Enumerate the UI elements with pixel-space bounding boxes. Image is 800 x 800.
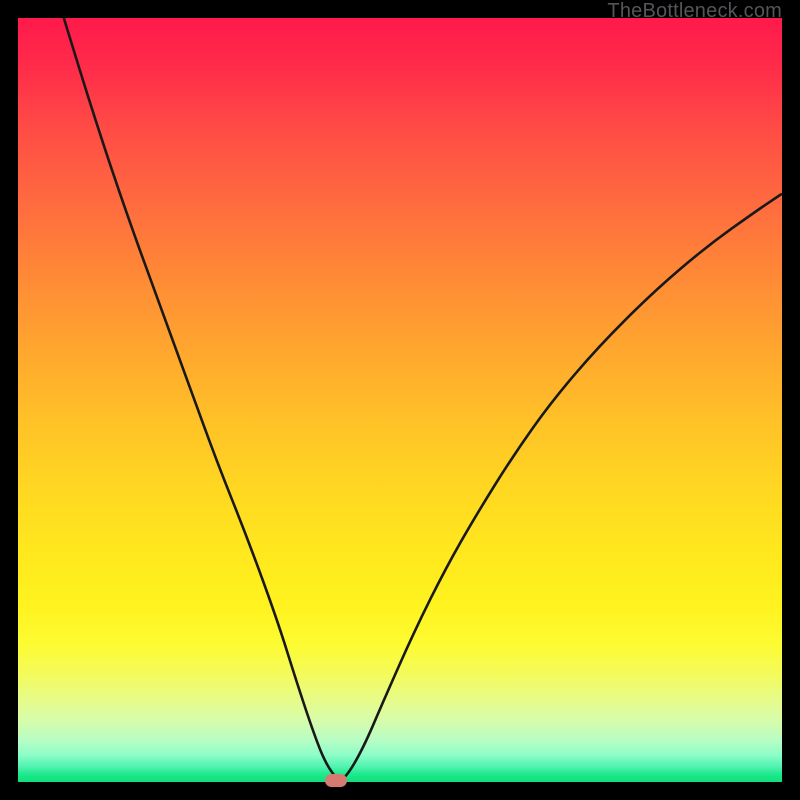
plot-area — [18, 18, 782, 782]
optimum-marker — [325, 774, 347, 787]
chart-frame: TheBottleneck.com — [0, 0, 800, 800]
watermark-text: TheBottleneck.com — [607, 0, 782, 23]
curve-path — [64, 18, 782, 780]
bottleneck-curve — [18, 18, 782, 782]
